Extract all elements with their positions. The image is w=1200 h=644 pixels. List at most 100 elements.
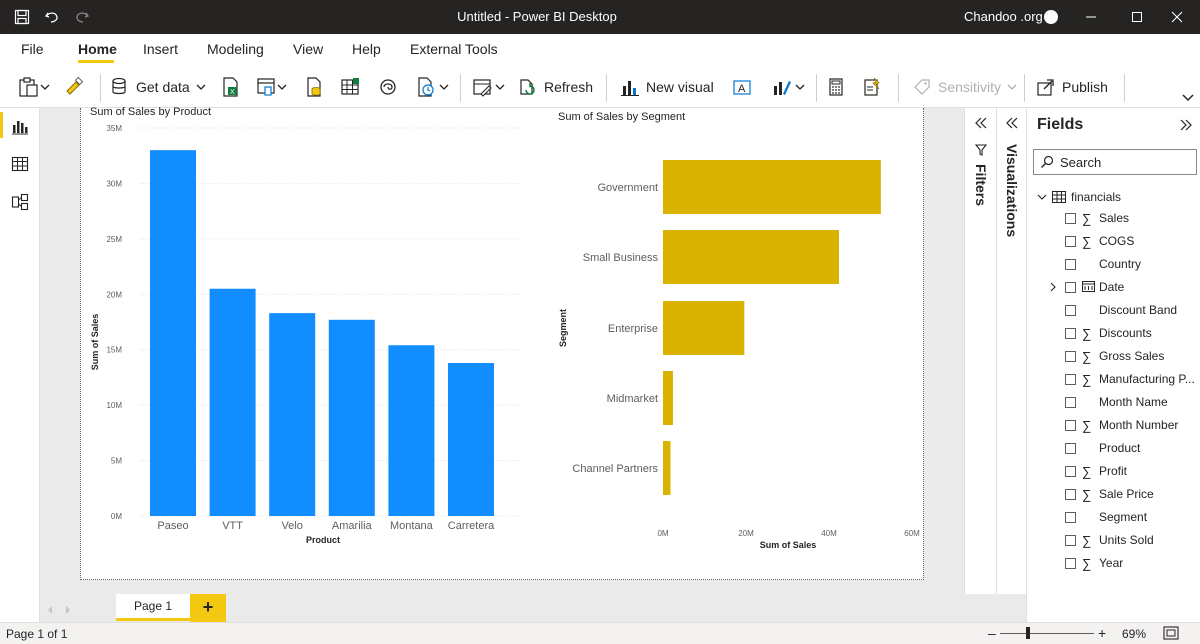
field-checkbox[interactable] [1065,511,1076,523]
page-tab-bar: Page 1 + [40,594,1026,622]
publish-button[interactable]: Publish [1036,66,1108,108]
field-item[interactable]: ∑ Discounts [1065,323,1152,343]
field-checkbox[interactable] [1065,350,1076,362]
field-checkbox[interactable] [1065,304,1076,316]
scroll-right-icon[interactable] [64,603,72,618]
fit-to-page-icon[interactable] [1163,626,1179,643]
data-view-icon[interactable] [10,154,30,174]
field-item[interactable]: Product [1065,438,1140,458]
field-checkbox[interactable] [1065,258,1076,270]
bar[interactable] [663,230,839,284]
expand-filters-icon[interactable] [974,116,988,133]
report-view-icon[interactable] [10,116,30,136]
field-checkbox[interactable] [1065,442,1076,454]
table-financials[interactable]: financials [1037,188,1121,206]
field-checkbox[interactable] [1065,488,1076,500]
transform-data-icon[interactable] [472,66,506,108]
recent-sources-icon[interactable] [416,66,450,108]
field-item[interactable]: ∑ Sale Price [1065,484,1154,504]
zoom-slider-thumb[interactable] [1026,627,1030,639]
product-chart-ylabel: Sum of Sales [90,314,100,371]
get-data-button[interactable]: Get data [110,66,206,108]
bar[interactable] [663,371,673,425]
excel-icon[interactable]: X [220,66,240,108]
field-checkbox[interactable] [1065,419,1076,431]
sensitivity-button[interactable]: Sensitivity [912,66,1017,108]
refresh-button[interactable]: Refresh [518,66,593,108]
bar[interactable] [663,160,881,214]
field-label: Month Number [1099,418,1179,432]
field-checkbox[interactable] [1065,212,1076,224]
user-name[interactable]: Chandoo .org [964,0,1043,34]
model-view-icon[interactable] [10,192,30,212]
filters-label[interactable]: Filters [973,164,989,206]
quick-measure-icon[interactable] [862,66,882,108]
scroll-left-icon[interactable] [46,603,54,618]
collapse-ribbon-icon[interactable] [1182,88,1194,108]
bar[interactable] [328,319,375,516]
x-category-label: Amarilia [332,520,373,532]
segment-sales-chart[interactable]: Segment Sum of Sales Government Small Bus… [550,118,920,558]
zoom-in-icon[interactable]: + [1098,625,1106,641]
paste-button[interactable] [18,66,54,108]
tab-page-1[interactable]: Page 1 [116,594,190,621]
menu-file[interactable]: File [21,34,44,64]
zoom-out-icon[interactable]: – [988,625,996,641]
menu-view[interactable]: View [293,34,323,64]
visualizations-label[interactable]: Visualizations [1004,144,1020,237]
field-item[interactable]: ∑ Manufacturing P... [1065,369,1195,389]
field-item[interactable]: Discount Band [1065,300,1177,320]
field-item[interactable]: Month Name [1065,392,1168,412]
more-visuals-icon[interactable] [772,66,806,108]
expand-visualizations-icon[interactable] [1005,116,1019,133]
bar[interactable] [448,363,494,516]
enter-data-icon[interactable] [340,66,360,108]
chevron-right-icon[interactable] [1049,281,1057,295]
add-page-button[interactable]: + [190,594,226,622]
chevron-down-icon[interactable] [1037,192,1047,202]
avatar[interactable] [1044,10,1058,24]
field-checkbox[interactable] [1065,557,1076,569]
field-item[interactable]: ∑ Profit [1065,461,1127,481]
field-item[interactable]: ∑ COGS [1065,231,1134,251]
menu-help[interactable]: Help [352,34,381,64]
menu-external-tools[interactable]: External Tools [410,34,498,64]
field-checkbox[interactable] [1065,235,1076,247]
field-checkbox[interactable] [1065,465,1076,477]
bar[interactable] [388,345,435,516]
field-item[interactable]: ∑ Year [1065,553,1123,573]
field-item[interactable]: ∑ Sales [1065,208,1129,228]
dataset-icon[interactable] [256,66,288,108]
sql-server-icon[interactable] [304,66,324,108]
new-visual-button[interactable]: New visual [620,66,714,108]
field-checkbox[interactable] [1065,327,1076,339]
x-category-label: Velo [281,520,302,532]
bar[interactable] [269,313,316,516]
close-icon[interactable] [1154,0,1200,34]
field-checkbox[interactable] [1065,396,1076,408]
menu-modeling[interactable]: Modeling [207,34,264,64]
bar[interactable] [150,150,196,516]
minimize-icon[interactable] [1068,0,1114,34]
collapse-fields-icon[interactable] [1179,118,1193,135]
field-item[interactable]: Country [1065,254,1141,274]
dataverse-icon[interactable] [378,66,398,108]
field-item[interactable]: ∑ Month Number [1065,415,1178,435]
bar[interactable] [663,441,671,495]
bar[interactable] [663,301,745,355]
menu-insert[interactable]: Insert [143,34,178,64]
field-item[interactable]: Segment [1065,507,1147,527]
field-item[interactable]: Date [1050,277,1124,297]
format-painter-icon[interactable] [64,66,84,108]
field-item[interactable]: ∑ Gross Sales [1065,346,1164,366]
field-checkbox[interactable] [1065,534,1076,546]
zoom-slider[interactable] [1000,633,1094,634]
field-item[interactable]: ∑ Units Sold [1065,530,1154,550]
field-checkbox[interactable] [1065,281,1076,293]
bar[interactable] [209,288,256,516]
product-sales-chart[interactable]: Sum of Sales Product 0M 5M 10M 15M 20M 25M 30M… [80,118,530,550]
fields-search-input[interactable]: Search [1033,149,1197,175]
field-checkbox[interactable] [1065,373,1076,385]
new-measure-icon[interactable] [826,66,846,108]
text-box-icon[interactable]: A [732,66,752,108]
